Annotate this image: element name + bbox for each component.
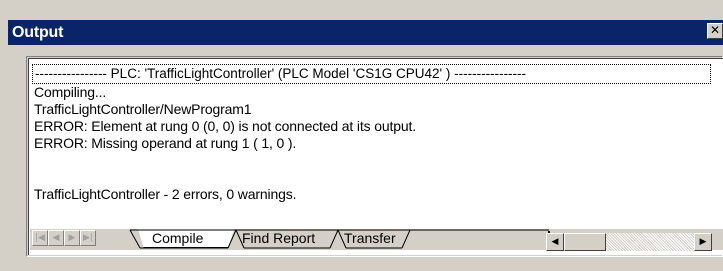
output-line: TrafficLightController - 2 errors, 0 war…: [34, 186, 297, 202]
output-line: Compiling...: [34, 84, 107, 100]
output-window: Output ✕ ---------------- PLC: 'TrafficL…: [0, 0, 723, 271]
scrollbar-thumb[interactable]: [564, 233, 606, 251]
scroll-right-icon[interactable]: ▶: [694, 233, 712, 251]
tab-outline: [129, 229, 549, 249]
window-bottom-edge: [8, 257, 723, 271]
output-text-area[interactable]: [28, 58, 723, 255]
window-title: Output: [12, 24, 64, 41]
plc-header-line: ---------------- PLC: 'TrafficLightContr…: [32, 64, 711, 84]
output-line: ERROR: Missing operand at rung 1 ( 1, 0 …: [34, 135, 297, 151]
output-line: TrafficLightController/NewProgram1: [34, 101, 252, 117]
scroll-left-icon[interactable]: ◀: [546, 233, 564, 251]
close-icon[interactable]: ✕: [707, 23, 723, 39]
output-line: ERROR: Element at rung 0 (0, 0) is not c…: [34, 118, 416, 134]
title-bar[interactable]: Output ✕: [8, 20, 723, 45]
horizontal-scrollbar[interactable]: ◀ ▶: [546, 233, 712, 251]
